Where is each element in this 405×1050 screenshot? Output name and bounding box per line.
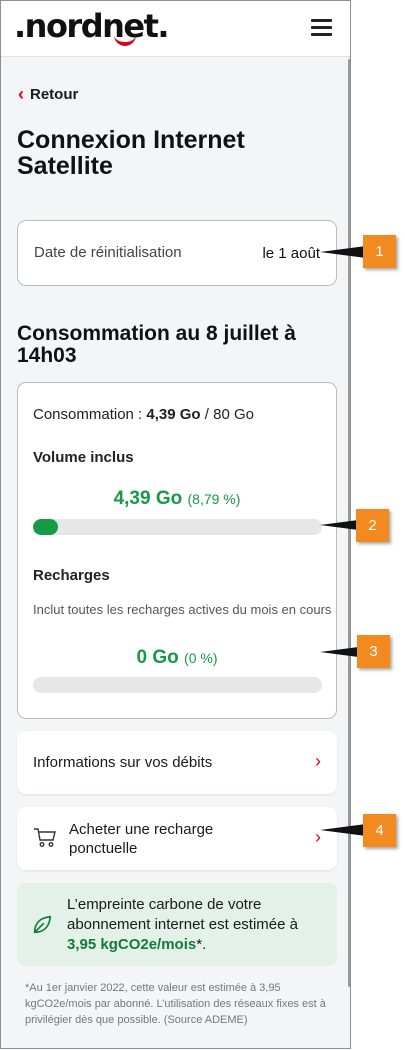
back-link[interactable]: ‹ Retour xyxy=(18,85,78,103)
carbon-text-before: L’empreinte carbone de votre abonnement … xyxy=(67,896,298,933)
callout-4-pointer xyxy=(320,824,366,836)
debits-info-link[interactable]: Informations sur vos débits › xyxy=(17,731,337,794)
consumption-title: Consommation au 8 juillet à 14h03 xyxy=(17,322,296,367)
carbon-text-after: *. xyxy=(196,936,207,953)
recharges-amount-percent: (0 %) xyxy=(184,650,218,666)
nordnet-logo[interactable]: .nordnet. xyxy=(14,7,170,45)
callout-2: 2 xyxy=(356,509,389,542)
page-title: Connexion Internet Satellite xyxy=(17,126,245,180)
recharges-amount-value: 0 Go xyxy=(136,647,179,668)
callout-3: 3 xyxy=(357,635,390,668)
callout-1-pointer xyxy=(320,246,366,258)
leaf-icon xyxy=(33,915,52,934)
callout-1: 1 xyxy=(363,235,396,268)
consumption-summary: Consommation : 4,39 Go / 80 Go xyxy=(33,406,254,423)
carbon-value: 3,95 kgCO2e/mois xyxy=(67,936,197,953)
included-volume-heading: Volume inclus xyxy=(33,449,134,466)
debits-info-label: Informations sur vos débits xyxy=(33,754,213,771)
buy-recharge-label: Acheter une recharge ponctuelle xyxy=(69,821,214,857)
reset-date-card: Date de réinitialisation le 1 août xyxy=(17,220,337,286)
summary-used: 4,39 Go xyxy=(146,406,201,423)
summary-total: 80 Go xyxy=(213,406,254,423)
recharges-amount: 0 Go (0 %) xyxy=(18,647,336,669)
included-progress-fill xyxy=(33,519,59,535)
reset-date-label: Date de réinitialisation xyxy=(34,244,182,261)
included-progress-bar xyxy=(33,519,322,535)
included-amount-value: 4,39 Go xyxy=(113,488,183,509)
chevron-right-icon: › xyxy=(315,751,321,771)
chevron-left-icon: ‹ xyxy=(18,84,24,104)
cart-icon xyxy=(34,828,56,847)
footnote: *Au 1er janvier 2022, cette valeur est e… xyxy=(25,982,326,1026)
recharges-progress-bar xyxy=(33,677,322,693)
mobile-frame: .nordnet. ‹ Retour Connexion Internet Sa… xyxy=(0,0,351,1049)
recharges-note: Inclut toutes les recharges actives du m… xyxy=(33,602,332,617)
recharges-heading: Recharges xyxy=(33,567,110,584)
callout-4: 4 xyxy=(363,814,396,847)
carbon-footprint-text: L’empreinte carbone de votre abonnement … xyxy=(67,895,329,955)
summary-label: Consommation : xyxy=(33,406,147,423)
top-header: .nordnet. xyxy=(1,1,350,57)
hamburger-menu-icon[interactable] xyxy=(311,19,332,37)
reset-date-value: le 1 août xyxy=(262,245,320,262)
buy-recharge-link[interactable]: Acheter une recharge ponctuelle › xyxy=(17,807,337,870)
usage-card: Consommation : 4,39 Go / 80 Go Volume in… xyxy=(17,382,337,719)
back-label: Retour xyxy=(30,85,79,103)
carbon-footprint-banner: L’empreinte carbone de votre abonnement … xyxy=(17,883,337,966)
summary-separator: / xyxy=(200,406,214,423)
included-volume-amount: 4,39 Go (8,79 %) xyxy=(18,488,336,510)
included-amount-percent: (8,79 %) xyxy=(187,491,241,507)
